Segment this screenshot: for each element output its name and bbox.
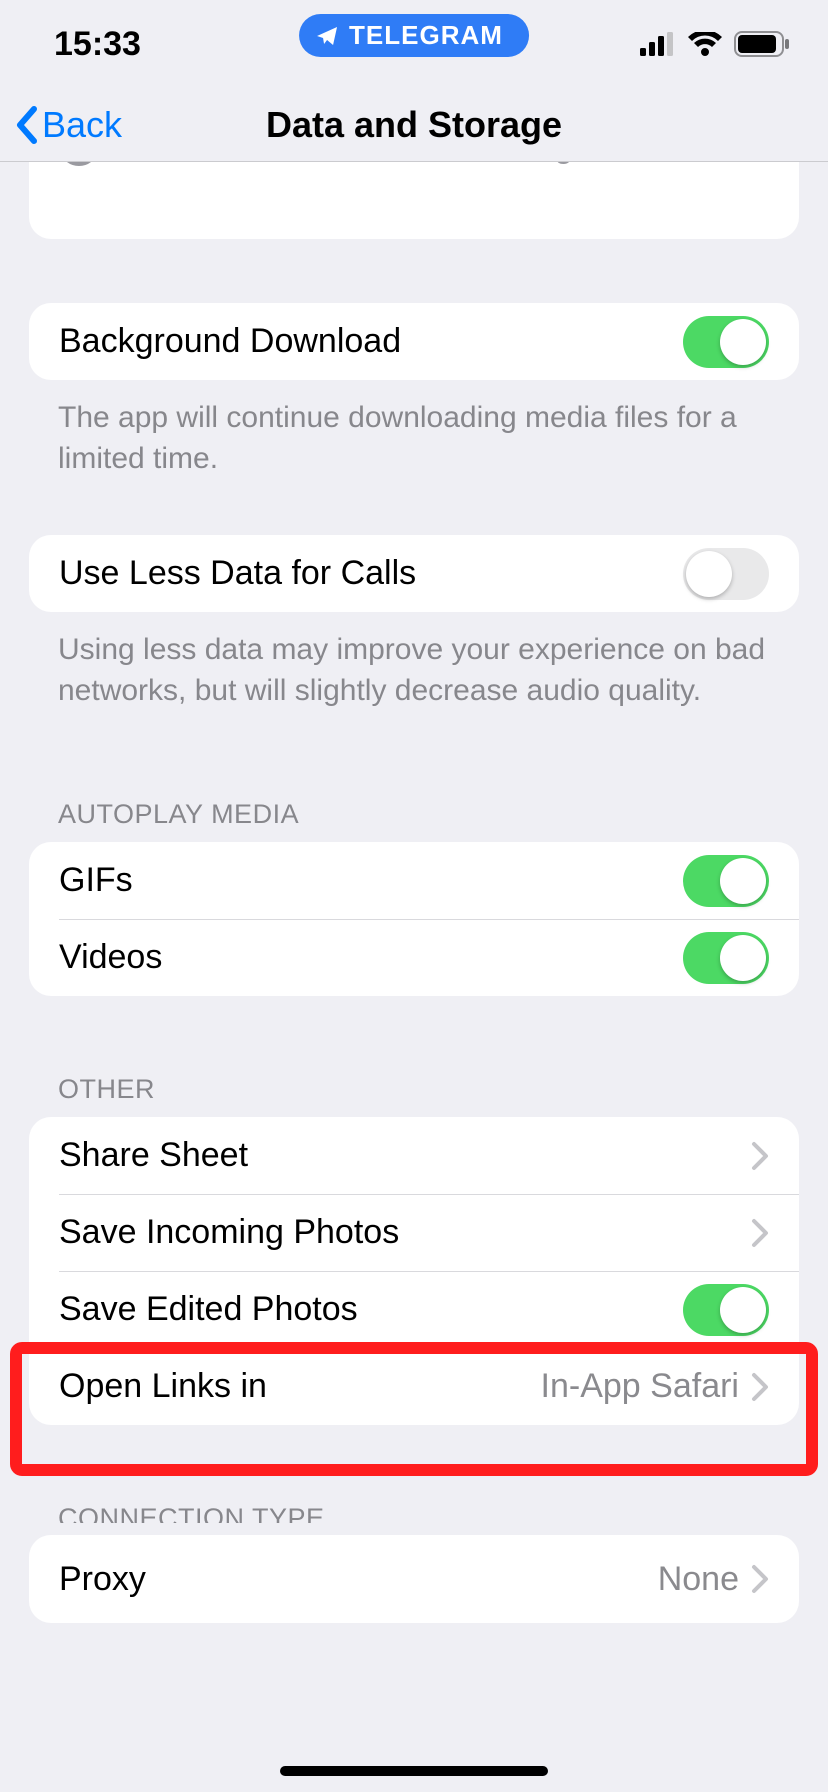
proxy-label: Proxy: [59, 1560, 658, 1599]
chevron-right-icon: [751, 1218, 769, 1248]
back-button[interactable]: Back: [0, 104, 122, 146]
connection-group: Proxy None: [29, 1535, 799, 1623]
page-title: Data and Storage: [0, 104, 828, 146]
telegram-plane-icon: [315, 24, 339, 48]
proxy-value: None: [658, 1560, 739, 1599]
settings-content: Reset Auto-Download Settings Background …: [0, 162, 828, 1792]
wifi-icon: [688, 32, 722, 56]
open-links-row[interactable]: Open Links in In-App Safari: [29, 1348, 799, 1425]
home-indicator[interactable]: [280, 1766, 548, 1776]
chevron-right-icon: [751, 1372, 769, 1402]
reset-label: Reset Auto-Download Settings: [129, 162, 590, 166]
reset-auto-download-row[interactable]: Reset Auto-Download Settings: [29, 162, 799, 239]
share-sheet-row[interactable]: Share Sheet: [29, 1117, 799, 1194]
reset-icon: [59, 162, 99, 166]
other-group: Share Sheet Save Incoming Photos Save Ed…: [29, 1117, 799, 1425]
less-data-footer: Using less data may improve your experie…: [58, 630, 770, 711]
videos-row[interactable]: Videos: [29, 919, 799, 996]
other-header: OTHER: [58, 1074, 770, 1105]
app-pill[interactable]: TELEGRAM: [299, 14, 529, 57]
videos-toggle[interactable]: [683, 932, 769, 984]
background-download-row[interactable]: Background Download: [29, 303, 799, 380]
background-download-group: Background Download: [29, 303, 799, 380]
gifs-row[interactable]: GIFs: [29, 842, 799, 919]
status-time: 15:33: [54, 25, 141, 64]
back-label: Back: [42, 104, 122, 146]
status-bar: 15:33 TELEGRAM: [0, 0, 828, 88]
save-edited-row[interactable]: Save Edited Photos: [29, 1271, 799, 1348]
gifs-label: GIFs: [59, 861, 683, 900]
save-incoming-label: Save Incoming Photos: [59, 1213, 751, 1252]
less-data-row[interactable]: Use Less Data for Calls: [29, 535, 799, 612]
gifs-toggle[interactable]: [683, 855, 769, 907]
videos-label: Videos: [59, 938, 683, 977]
cellular-icon: [640, 32, 676, 56]
save-edited-toggle[interactable]: [683, 1284, 769, 1336]
background-download-toggle[interactable]: [683, 316, 769, 368]
app-pill-label: TELEGRAM: [349, 20, 503, 51]
less-data-label: Use Less Data for Calls: [59, 554, 683, 593]
open-links-label: Open Links in: [59, 1367, 541, 1406]
background-download-footer: The app will continue downloading media …: [58, 398, 770, 479]
less-data-toggle[interactable]: [683, 548, 769, 600]
open-links-value: In-App Safari: [541, 1367, 739, 1406]
autoplay-header: AUTOPLAY MEDIA: [58, 799, 770, 830]
autoplay-group: GIFs Videos: [29, 842, 799, 996]
less-data-group: Use Less Data for Calls: [29, 535, 799, 612]
chevron-left-icon: [14, 105, 38, 145]
nav-bar: Back Data and Storage: [0, 88, 828, 162]
chevron-right-icon: [751, 1141, 769, 1171]
chevron-right-icon: [751, 1564, 769, 1594]
status-right: [640, 31, 790, 57]
battery-icon: [734, 31, 790, 57]
reset-group: Reset Auto-Download Settings: [29, 162, 799, 239]
save-edited-label: Save Edited Photos: [59, 1290, 683, 1329]
background-download-label: Background Download: [59, 322, 683, 361]
proxy-row[interactable]: Proxy None: [29, 1535, 799, 1623]
connection-header: CONNECTION TYPE: [58, 1503, 770, 1523]
share-sheet-label: Share Sheet: [59, 1136, 751, 1175]
save-incoming-row[interactable]: Save Incoming Photos: [29, 1194, 799, 1271]
